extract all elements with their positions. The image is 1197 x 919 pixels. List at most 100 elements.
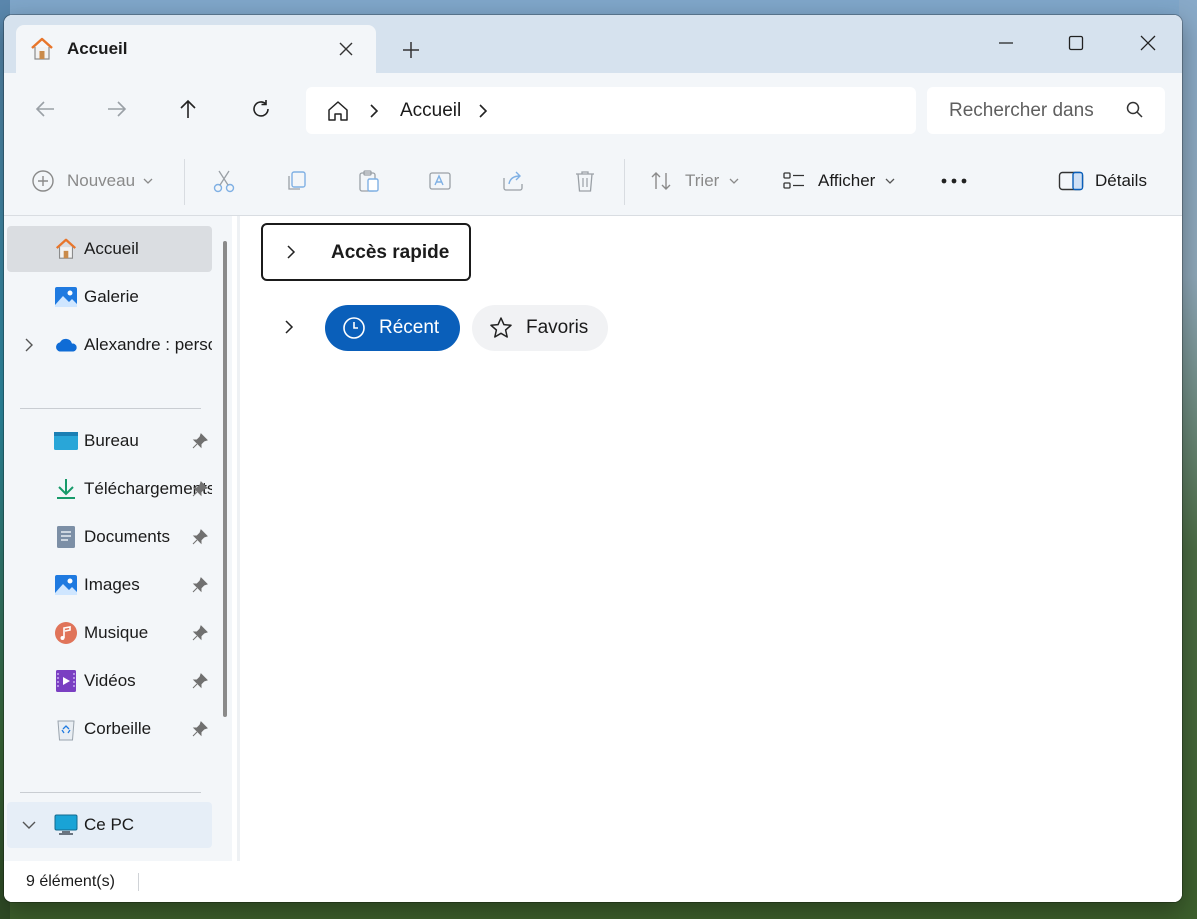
maximize-icon[interactable] xyxy=(1056,23,1096,63)
sidebar-item-videos[interactable]: Vidéos xyxy=(7,658,212,704)
desktop-icon xyxy=(54,429,78,453)
sidebar-item-documents[interactable]: Documents xyxy=(7,514,212,560)
videos-icon xyxy=(54,669,78,693)
view-list-icon xyxy=(782,169,806,193)
toolbar-divider xyxy=(624,159,625,205)
copy-button[interactable] xyxy=(284,147,310,215)
more-options-button[interactable] xyxy=(940,147,968,215)
item-count: 9 élément(s) xyxy=(26,873,115,890)
sort-label: Trier xyxy=(685,171,720,190)
breadcrumb-accueil[interactable]: Accueil xyxy=(400,100,461,122)
tab-title: Accueil xyxy=(67,39,128,58)
onedrive-icon xyxy=(54,333,78,357)
plus-circle-icon xyxy=(31,169,55,193)
sidebar-item-label: Alexandre : personnel xyxy=(84,335,212,354)
pin-icon[interactable] xyxy=(191,528,209,546)
delete-button[interactable] xyxy=(572,147,598,215)
up-arrow-icon[interactable] xyxy=(170,91,206,127)
chevron-right-icon[interactable] xyxy=(475,103,491,119)
clock-icon xyxy=(342,316,366,340)
sidebar-item-label: Galerie xyxy=(84,287,139,306)
view-label: Afficher xyxy=(818,171,876,190)
title-bar: Accueil xyxy=(4,15,1182,73)
sort-icon xyxy=(649,169,673,193)
sidebar-scrollbar[interactable] xyxy=(223,241,227,717)
close-tab-icon[interactable] xyxy=(334,37,358,61)
pin-icon[interactable] xyxy=(191,480,209,498)
sidebar-item-bureau[interactable]: Bureau xyxy=(7,418,212,464)
back-arrow-icon[interactable] xyxy=(27,91,63,127)
details-label: Détails xyxy=(1095,171,1147,190)
favorites-label: Favoris xyxy=(526,317,589,338)
chevron-right-icon[interactable] xyxy=(366,103,382,119)
sidebar-item-telechargements[interactable]: Téléchargements xyxy=(7,466,212,512)
share-icon xyxy=(500,168,526,194)
sidebar-divider xyxy=(20,792,201,793)
pin-icon[interactable] xyxy=(191,672,209,690)
search-input[interactable]: Rechercher dans xyxy=(949,100,1099,122)
chevron-right-icon xyxy=(283,244,299,260)
download-icon xyxy=(54,477,78,501)
sidebar-item-images[interactable]: Images xyxy=(7,562,212,608)
chevron-right-icon[interactable] xyxy=(21,337,37,353)
pin-icon[interactable] xyxy=(191,432,209,450)
pin-icon[interactable] xyxy=(191,720,209,738)
new-button[interactable]: Nouveau xyxy=(31,147,153,215)
cut-icon xyxy=(211,168,237,194)
details-pane-icon xyxy=(1058,170,1084,192)
refresh-icon[interactable] xyxy=(243,91,279,127)
sidebar-item-label: Accueil xyxy=(84,239,139,258)
gallery-icon xyxy=(54,285,78,309)
images-icon xyxy=(54,573,78,597)
sidebar-item-onedrive[interactable]: Alexandre : personnel xyxy=(7,322,212,368)
home-icon[interactable] xyxy=(324,97,352,125)
delete-icon xyxy=(572,168,598,194)
sidebar-item-corbeille[interactable]: Corbeille xyxy=(7,706,212,752)
sidebar-item-musique[interactable]: Musique xyxy=(7,610,212,656)
status-divider xyxy=(138,873,139,891)
recycle-bin-icon xyxy=(54,717,78,741)
favorites-tab[interactable]: Favoris xyxy=(472,305,608,351)
chevron-right-icon[interactable] xyxy=(281,319,297,335)
tab-accueil[interactable]: Accueil xyxy=(16,25,376,73)
sort-button[interactable]: Trier xyxy=(649,147,739,215)
paste-button[interactable] xyxy=(356,147,382,215)
new-tab-icon[interactable] xyxy=(398,37,424,63)
pc-icon xyxy=(54,813,78,837)
rename-button[interactable] xyxy=(427,147,453,215)
quick-access-header[interactable]: Accès rapide xyxy=(261,223,471,281)
cut-button[interactable] xyxy=(211,147,237,215)
sidebar-item-accueil[interactable]: Accueil xyxy=(7,226,212,272)
star-icon xyxy=(489,316,513,340)
pin-icon[interactable] xyxy=(191,576,209,594)
search-box[interactable]: Rechercher dans xyxy=(927,87,1165,134)
recent-tab[interactable]: Récent xyxy=(325,305,460,351)
forward-arrow-icon[interactable] xyxy=(99,91,135,127)
pin-icon[interactable] xyxy=(191,624,209,642)
sidebar-item-ce-pc[interactable]: Ce PC xyxy=(7,802,212,848)
file-explorer-window: Accueil Accueil Rechercher dans Nouveau … xyxy=(4,15,1182,902)
quick-access-title: Accès rapide xyxy=(331,242,450,263)
chevron-down-icon xyxy=(143,177,153,185)
search-icon xyxy=(1125,100,1145,120)
recent-label: Récent xyxy=(379,317,440,338)
close-icon[interactable] xyxy=(1128,23,1168,63)
navigation-pane: Accueil Galerie Alexandre : personnel Bu… xyxy=(4,216,232,861)
share-button[interactable] xyxy=(500,147,526,215)
details-button[interactable]: Détails xyxy=(1058,147,1147,215)
content-area: Accès rapide Récent Favoris xyxy=(240,216,1182,861)
chevron-down-icon[interactable] xyxy=(21,817,37,833)
sidebar-divider xyxy=(20,408,201,409)
toolbar-divider xyxy=(184,159,185,205)
home-icon xyxy=(29,36,55,62)
command-bar: Nouveau Trier Afficher Détails xyxy=(4,147,1182,216)
minimize-icon[interactable] xyxy=(986,23,1026,63)
view-button[interactable]: Afficher xyxy=(782,147,895,215)
sidebar-item-galerie[interactable]: Galerie xyxy=(7,274,212,320)
address-bar[interactable]: Accueil xyxy=(306,87,916,134)
chevron-down-icon xyxy=(885,177,895,185)
new-label: Nouveau xyxy=(67,171,136,190)
chevron-down-icon xyxy=(729,177,739,185)
home-icon xyxy=(54,237,78,261)
navigation-bar: Accueil Rechercher dans xyxy=(4,73,1182,147)
